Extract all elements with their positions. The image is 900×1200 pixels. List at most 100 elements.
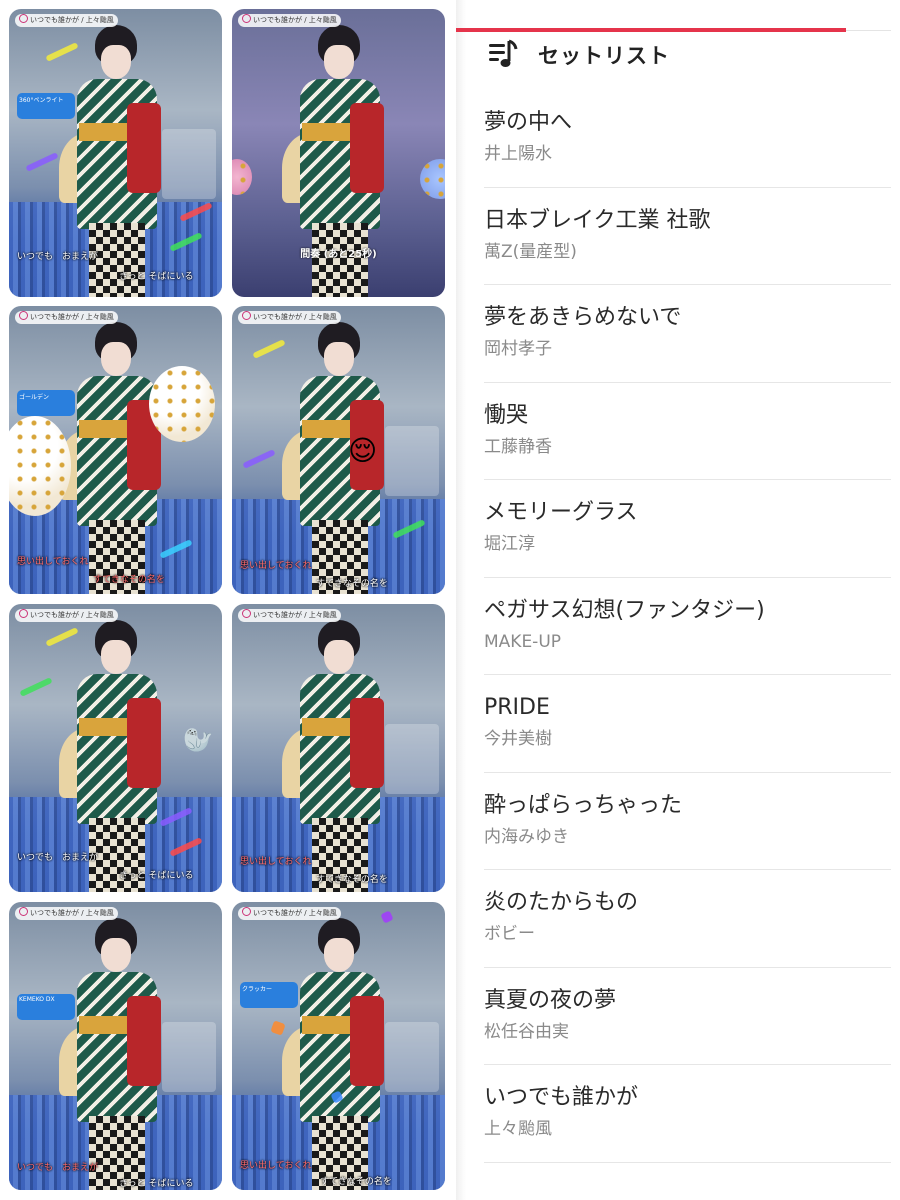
lyric-line-1: 思い出しておくれ	[17, 557, 89, 567]
song-title: 夢をあきらめないで	[484, 305, 682, 330]
stream-thumbnail[interactable]: いつでも誰かが / 上々颱風 間奏 (あと25秒)	[232, 9, 445, 297]
request-panel	[162, 129, 216, 199]
song-title: メモリーグラス	[484, 500, 638, 525]
now-playing-text: いつでも誰かが / 上々颱風	[30, 313, 114, 321]
now-playing-text: いつでも誰かが / 上々颱風	[253, 16, 337, 24]
request-panel	[162, 1022, 216, 1092]
song-item[interactable]: 夢の中へ 井上陽水	[484, 90, 891, 188]
song-artist: 上々颱風	[484, 1119, 552, 1139]
stream-thumbnail[interactable]: KEMEKO DX いつでも誰かが / 上々颱風 いつでも おまえが きっと そ…	[9, 902, 222, 1190]
song-artist: 今井美樹	[484, 729, 552, 749]
song-artist: 井上陽水	[484, 144, 552, 164]
gift-notice: KEMEKO DX	[17, 994, 75, 1020]
now-playing-chip: いつでも誰かが / 上々颱風	[15, 907, 118, 920]
song-title: ペガサス幻想(ファンタジー)	[484, 597, 765, 623]
setlist-panel: セットリスト 夢の中へ 井上陽水 日本ブレイク工業 社歌 萬Z(量産型) 夢をあきら…	[456, 0, 900, 1200]
avatar-figure	[59, 916, 163, 1190]
stream-thumbnail[interactable]: いつでも誰かが / 上々颱風 思い出しておくれ すてきなその名を	[232, 604, 445, 892]
song-title: 酔っぱらっちゃった	[484, 792, 683, 818]
penlight	[242, 449, 276, 469]
song-artist: 松任谷由実	[484, 1021, 569, 1042]
music-icon	[19, 609, 28, 618]
now-playing-chip: いつでも誰かが / 上々颱風	[238, 907, 341, 920]
now-playing-chip: いつでも誰かが / 上々颱風	[238, 14, 341, 27]
smiling-face-sticker: 😌	[348, 434, 378, 467]
now-playing-chip: いつでも誰かが / 上々颱風	[15, 14, 118, 27]
music-list-icon	[489, 39, 518, 67]
setlist-accent-track	[846, 30, 891, 31]
stream-thumbnail[interactable]: 🦭 いつでも誰かが / 上々颱風 いつでも おまえが きっと そばにいる	[9, 604, 222, 892]
music-icon	[242, 907, 251, 916]
now-playing-chip: いつでも誰かが / 上々颱風	[15, 609, 118, 622]
song-item[interactable]: ペガサス幻想(ファンタジー) MAKE-UP	[484, 578, 891, 675]
lyric-line-1: 思い出しておくれ	[240, 1161, 312, 1171]
gift-notice: 360°ペンライト	[17, 93, 75, 119]
lyric-line-1: いつでも おまえが	[17, 853, 99, 863]
music-icon	[19, 907, 28, 916]
song-artist: ボビー	[484, 924, 535, 944]
now-playing-chip: いつでも誰かが / 上々颱風	[238, 609, 341, 622]
avatar-figure	[59, 320, 163, 594]
song-title: 夢の中へ	[484, 110, 573, 135]
gift-notice: ゴールデン	[17, 390, 75, 416]
gift-notice: クラッカー	[240, 982, 298, 1008]
gift-notice-text: 360°ペンライト	[19, 97, 64, 104]
hydrangea	[232, 159, 252, 195]
request-panel	[385, 426, 439, 496]
song-item[interactable]: 炎のたからものボビー	[484, 870, 891, 968]
stream-thumbnail[interactable]: 😌 いつでも誰かが / 上々颱風 思い出しておくれ すてきなその名を	[232, 306, 445, 594]
lyric-line-2: すてきなその名を	[316, 579, 388, 589]
setlist-accent-bar	[456, 28, 846, 32]
avatar-figure	[282, 916, 386, 1190]
music-icon	[242, 311, 251, 320]
hydrangea	[420, 159, 445, 199]
lyric-line-2: きっと そばにいる	[119, 1179, 194, 1189]
song-item[interactable]: PRIDE 今井美樹	[484, 675, 891, 773]
stream-thumbnail[interactable]: ゴールデン いつでも誰かが / 上々颱風 思い出しておくれ すてきなその名を	[9, 306, 222, 594]
gift-notice-text: ゴールデン	[19, 394, 50, 401]
song-item[interactable]: 日本ブレイク工業 社歌 萬Z(量産型)	[484, 188, 891, 285]
request-panel	[385, 1022, 439, 1092]
now-playing-chip: いつでも誰かが / 上々颱風	[15, 311, 118, 324]
lyric-line-1: 思い出しておくれ	[240, 857, 312, 867]
song-artist: 内海みゆき	[484, 826, 569, 847]
screenshot-grid: 360°ペンライト いつでも誰かが / 上々颱風 いつでも おまえが きっと そ…	[0, 0, 450, 1200]
now-playing-text: いつでも誰かが / 上々颱風	[30, 909, 114, 917]
song-title: 炎のたからもの	[484, 890, 639, 915]
lyric-line-2: すてきなその名を	[316, 875, 388, 885]
balloon	[149, 366, 215, 442]
avatar-figure	[282, 618, 386, 892]
lyric-line-2: すてきなその名を	[93, 575, 165, 585]
now-playing-text: いつでも誰かが / 上々颱風	[253, 313, 337, 321]
request-panel	[385, 724, 439, 794]
now-playing-text: いつでも誰かが / 上々颱風	[253, 909, 337, 917]
seal-sticker: 🦭	[183, 726, 213, 754]
lyric-line-2: きっと そばにいる	[119, 871, 194, 881]
now-playing-text: いつでも誰かが / 上々颱風	[253, 611, 337, 619]
song-artist: 萬Z(量産型)	[484, 241, 577, 262]
lyric-line-1: 思い出しておくれ	[240, 561, 312, 571]
interlude-timer: 間奏 (あと25秒)	[300, 249, 377, 260]
song-title: 慟哭	[484, 402, 529, 428]
song-item[interactable]: 酔っぱらっちゃった内海みゆき	[484, 773, 891, 870]
penlight	[19, 677, 53, 697]
song-title: 真夏の夜の夢	[484, 987, 617, 1013]
now-playing-chip: いつでも誰かが / 上々颱風	[238, 311, 341, 324]
song-item[interactable]: メモリーグラス 堀江淳	[484, 480, 891, 578]
lyric-line-1: いつでも おまえが	[17, 1163, 99, 1173]
song-item[interactable]: 慟哭 工藤静香	[484, 383, 891, 480]
music-icon	[242, 609, 251, 618]
song-item[interactable]: いつでも誰かが上々颱風	[484, 1065, 891, 1163]
song-item[interactable]: 夢をあきらめないで 岡村孝子	[484, 285, 891, 383]
now-playing-text: いつでも誰かが / 上々颱風	[30, 16, 114, 24]
music-icon	[19, 311, 28, 320]
stream-thumbnail[interactable]: クラッカー いつでも誰かが / 上々颱風 思い出しておくれ すてきなその名を	[232, 902, 445, 1190]
song-list: 夢の中へ井上陽水 日本ブレイク工業 社歌 萬Z(量産型) 夢をあきらめないで 岡村孝…	[456, 90, 891, 1163]
music-icon	[19, 14, 28, 23]
song-item[interactable]: 真夏の夜の夢松任谷由実	[484, 968, 891, 1065]
lyric-line-2: きっと そばにいる	[119, 272, 194, 282]
music-icon	[242, 14, 251, 23]
stream-thumbnail[interactable]: 360°ペンライト いつでも誰かが / 上々颱風 いつでも おまえが きっと そ…	[9, 9, 222, 297]
song-title: いつでも誰かが	[484, 1085, 639, 1110]
penlight	[25, 152, 59, 172]
